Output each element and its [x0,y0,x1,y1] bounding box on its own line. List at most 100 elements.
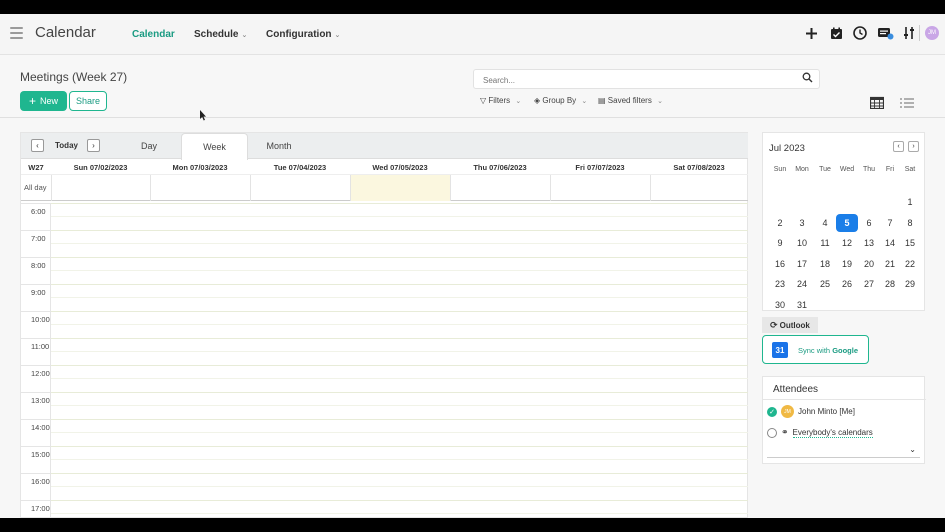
nav-item-schedule[interactable]: Schedule ⌄ [194,29,247,40]
gutter-line [21,446,51,447]
tab-week[interactable]: Week [181,133,248,160]
day-cell[interactable]: 18 [814,255,836,273]
next-arrow-button[interactable]: › [87,139,100,152]
day-cell[interactable]: 17 [791,255,813,273]
checkbox[interactable] [767,427,777,438]
all-day-cell[interactable] [450,175,550,201]
all-day-cell[interactable] [250,175,350,201]
day-cell[interactable]: 24 [791,275,813,293]
calendar-check-icon[interactable] [827,24,845,42]
day-cell[interactable]: 11 [814,234,836,252]
day-cell[interactable]: 15 [899,234,921,252]
hour-line [51,365,748,366]
day-cell[interactable]: 20 [858,255,880,273]
all-day-cell[interactable] [550,175,650,201]
nav-item-calendar[interactable]: Calendar [132,29,175,40]
plus-icon[interactable] [802,24,820,42]
all-day-cell-today[interactable] [350,175,450,201]
prev-arrow-button[interactable]: ‹ [31,139,44,152]
menu-icon[interactable] [10,27,23,39]
hour-label: 15:00 [31,450,50,459]
half-hour-line [51,405,748,406]
clock-icon[interactable] [851,24,869,42]
gutter-line [21,311,51,312]
chat-icon[interactable] [876,24,894,42]
gutter-line [21,365,51,366]
day-cell[interactable]: 3 [791,214,813,232]
hour-label: 8:00 [31,261,46,270]
new-button[interactable]: + New [20,91,67,111]
day-header: Wed 07/05/2023 [372,163,428,172]
checkbox-checked[interactable]: ✓ [767,406,777,417]
time-grid[interactable]: 6:00 7:00 8:00 9:00 10:00 11:00 12:00 13:00 14:0… [21,203,748,518]
day-cell[interactable]: 1 [899,193,921,211]
nav-item-configuration[interactable]: Configuration ⌄ [266,29,340,40]
calendar-toolbar: ‹ Today › Day Week Month [21,133,748,160]
all-day-cell[interactable] [150,175,250,201]
hour-line [51,203,748,204]
all-day-cell[interactable] [51,175,150,201]
day-cell[interactable]: 21 [879,255,901,273]
gutter-line [21,230,51,231]
day-cell[interactable]: 7 [879,214,901,232]
mini-next-button[interactable]: › [908,141,919,152]
google-sync-label: Sync with Google [798,346,859,355]
day-header: Mon 07/03/2023 [172,163,228,172]
day-cell[interactable]: 25 [814,275,836,293]
hour-label: 10:00 [31,315,50,324]
user-avatar[interactable]: JM [925,26,939,40]
day-cell[interactable]: 26 [836,275,858,293]
day-cell[interactable]: 14 [879,234,901,252]
day-cell[interactable]: 4 [814,214,836,232]
attendee-select[interactable]: ⌄ [767,444,920,458]
day-cell[interactable]: 8 [899,214,921,232]
day-cell[interactable]: 9 [769,234,791,252]
day-cell-selected[interactable]: 5 [836,213,858,232]
attendee-item[interactable]: ✓ JM John Minto [Me] [767,405,855,418]
tab-month[interactable]: Month [249,133,309,159]
day-cell[interactable]: 19 [836,255,858,273]
day-cell[interactable]: 31 [791,296,813,314]
day-cell[interactable]: 6 [858,214,880,232]
groupby-dropdown[interactable]: ◈ Group By ⌄ [534,96,587,105]
chevron-down-icon: ⌄ [515,98,522,105]
calendar-view-icon[interactable] [869,96,885,110]
day-cell[interactable]: 27 [858,275,880,293]
mini-prev-button[interactable]: ‹ [893,141,904,152]
saved-filters-dropdown[interactable]: ▤ Saved filters ⌄ [598,96,663,105]
day-cell[interactable]: 16 [769,255,791,273]
day-cell[interactable]: 10 [791,234,813,252]
hour-label: 7:00 [31,234,46,243]
share-button[interactable]: Share [69,91,107,111]
day-cell[interactable]: 2 [769,214,791,232]
hour-label: 6:00 [31,207,46,216]
gutter-line [21,419,51,420]
hour-line [51,230,748,231]
hour-label: 12:00 [31,369,50,378]
day-cell[interactable]: 28 [879,275,901,293]
attendee-item[interactable]: ⚭ Everybody's calendars [767,427,873,438]
attendee-name: John Minto [Me] [798,407,855,416]
settings-sliders-icon[interactable] [900,24,918,42]
day-header: Sun 07/02/2023 [73,163,128,172]
layers-icon: ◈ [534,96,541,105]
google-sync-button[interactable]: 31 Sync with Google [762,335,869,364]
day-cell[interactable]: 29 [899,275,921,293]
all-day-cell[interactable] [650,175,748,201]
all-day-row: All day [21,175,748,201]
today-button[interactable]: Today [55,141,78,150]
outlook-sync-button[interactable]: ⟳ Outlook [762,317,818,333]
search-icon[interactable] [802,72,813,86]
day-cell[interactable]: 12 [836,234,858,252]
weekday-label: Tue [819,166,831,173]
hour-line [51,446,748,447]
day-cell[interactable]: 30 [769,296,791,314]
day-cell[interactable]: 23 [769,275,791,293]
list-view-icon[interactable] [900,96,914,109]
tab-day[interactable]: Day [121,133,177,159]
filters-dropdown[interactable]: ▽ Filters ⌄ [480,96,521,105]
day-cell[interactable]: 13 [858,234,880,252]
half-hour-line [51,270,748,271]
day-cell[interactable]: 22 [899,255,921,273]
search-input[interactable] [474,71,774,90]
